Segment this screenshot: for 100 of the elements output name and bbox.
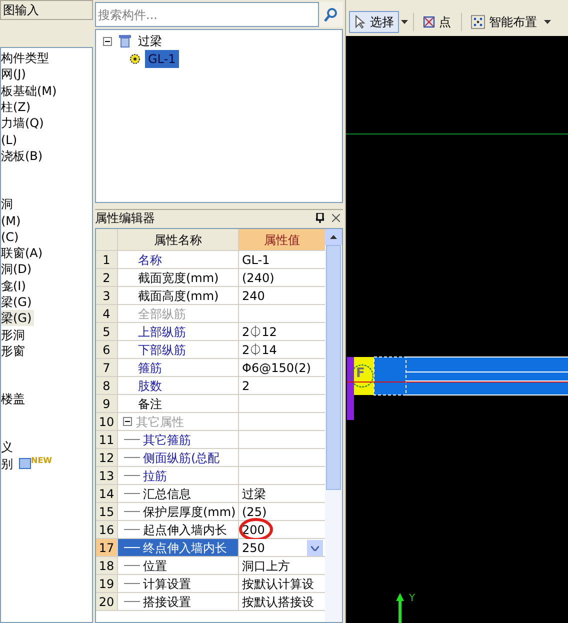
- property-name: 起点伸入墙内长: [143, 522, 227, 538]
- property-name: 汇总信息: [143, 486, 191, 502]
- component-type-item[interactable]: 义: [1, 439, 15, 456]
- beam-icon: [118, 34, 132, 48]
- property-value[interactable]: 按默认计算设: [242, 574, 314, 592]
- property-value[interactable]: 2⏀14: [242, 340, 277, 358]
- property-name: 其它箍筋: [143, 432, 191, 448]
- property-value[interactable]: 200: [242, 520, 265, 538]
- row-number: 14: [96, 485, 118, 502]
- property-value[interactable]: 2⏀12: [242, 322, 277, 340]
- property-name: 下部纵筋: [138, 342, 186, 358]
- panel-title: 属性编辑器: [95, 210, 156, 227]
- component-type-item[interactable]: (C): [1, 228, 21, 245]
- component-type-item[interactable]: 浇板(B): [1, 148, 45, 164]
- column-header[interactable]: 属性值: [239, 229, 325, 250]
- row-number: 11: [96, 431, 118, 448]
- toolbar-button[interactable]: 点: [418, 11, 456, 33]
- property-value[interactable]: Φ6@150(2): [242, 358, 311, 376]
- row-number: 19: [96, 575, 118, 592]
- scrollbar[interactable]: [325, 229, 342, 622]
- property-value[interactable]: 2: [242, 376, 250, 394]
- row-number: 16: [96, 521, 118, 538]
- property-value[interactable]: 250: [242, 538, 265, 556]
- component-type-item[interactable]: (M): [1, 212, 23, 229]
- axis-label: Y: [409, 594, 416, 604]
- component-type-item[interactable]: 柱(Z): [1, 99, 33, 116]
- property-value[interactable]: GL-1: [242, 250, 270, 268]
- search-field[interactable]: 搜索构件...: [95, 2, 319, 27]
- toolbar-button[interactable]: 选择: [349, 11, 399, 33]
- row-number: 20: [96, 593, 118, 610]
- property-name: 肢数: [138, 378, 162, 394]
- property-name: 名称: [138, 252, 162, 268]
- row-number: 17: [96, 539, 118, 556]
- component-type-item[interactable]: 龛(I): [1, 278, 28, 294]
- property-value[interactable]: 240: [242, 286, 265, 304]
- row-number: 7: [96, 359, 118, 376]
- tree-node[interactable]: GL-1: [145, 50, 179, 68]
- property-name: 其它属性: [136, 414, 184, 430]
- row-number: 3: [96, 287, 118, 304]
- row-number: 1: [96, 251, 118, 268]
- drawing-canvas[interactable]: F Y: [346, 36, 568, 623]
- property-name: 截面高度(mm): [138, 288, 219, 304]
- component-type-item[interactable]: 网(J): [1, 66, 28, 82]
- row-number: 4: [96, 305, 118, 322]
- close-icon[interactable]: [332, 214, 340, 222]
- gear-icon: [129, 53, 141, 65]
- component-type-item[interactable]: 联窗(A): [1, 245, 45, 262]
- component-type-item[interactable]: 构件类型: [1, 50, 51, 66]
- row-number: 18: [96, 557, 118, 574]
- component-type-item[interactable]: 形洞: [1, 326, 27, 343]
- component-type-item[interactable]: 梁(G): [1, 294, 34, 310]
- dropdown-button[interactable]: [307, 540, 323, 556]
- property-name: 备注: [138, 396, 162, 412]
- toolbar-button[interactable]: 智能布置: [466, 11, 542, 33]
- property-name: 箍筋: [138, 360, 162, 376]
- row-number: 12: [96, 449, 118, 466]
- beam-marker-label: F: [356, 367, 365, 380]
- new-label: NEW: [31, 454, 52, 467]
- caret-icon[interactable]: [330, 235, 337, 239]
- component-type-item[interactable]: 楼盖: [1, 391, 27, 408]
- component-type-item[interactable]: 梁(G): [1, 310, 34, 326]
- search-icon[interactable]: [319, 2, 343, 27]
- property-name: 侧面纵筋(总配: [143, 450, 220, 466]
- row-number: 10: [96, 413, 118, 430]
- component-type-item[interactable]: 别: [1, 456, 15, 472]
- property-name: 终点伸入墙内长: [143, 540, 227, 556]
- component-type-item[interactable]: (L): [1, 132, 20, 148]
- collapse-toggle[interactable]: [103, 36, 112, 46]
- tree-node[interactable]: 过梁: [138, 32, 162, 50]
- component-type-item[interactable]: 洞(D): [1, 261, 34, 278]
- property-name: 截面宽度(mm): [138, 270, 219, 286]
- property-value[interactable]: (240): [242, 268, 274, 286]
- component-type-item[interactable]: 力墙(Q): [1, 115, 46, 132]
- property-name: 拉筋: [143, 468, 167, 484]
- pin-icon[interactable]: [316, 213, 324, 223]
- y-axis-arrow: [396, 593, 404, 623]
- property-name: 上部纵筋: [138, 324, 186, 340]
- caret-icon[interactable]: [401, 20, 408, 24]
- property-value[interactable]: 洞口上方: [242, 556, 290, 574]
- property-name: 计算设置: [143, 576, 191, 592]
- caret-icon[interactable]: [544, 20, 551, 24]
- component-type-item[interactable]: 形窗: [1, 342, 27, 359]
- property-value[interactable]: (25): [242, 502, 267, 520]
- row-number: 2: [96, 269, 118, 286]
- column-header[interactable]: 属性名称: [118, 229, 239, 250]
- collapse-toggle[interactable]: [123, 417, 132, 426]
- row-number: 9: [96, 395, 118, 412]
- row-number: 15: [96, 503, 118, 520]
- property-name: 全部纵筋: [138, 306, 186, 322]
- grid-icon: [19, 458, 31, 470]
- row-number: 5: [96, 323, 118, 340]
- property-name: 搭接设置: [143, 594, 191, 610]
- property-value[interactable]: 过梁: [242, 484, 266, 502]
- property-name: 位置: [143, 558, 167, 574]
- component-type-item[interactable]: 板基础(M): [1, 82, 59, 99]
- panel-header[interactable]: 图输入: [0, 0, 93, 20]
- chevron-down-icon: [311, 546, 319, 550]
- component-type-item[interactable]: 洞: [1, 196, 15, 212]
- property-value[interactable]: 按默认搭接设: [242, 592, 314, 610]
- row-number: 8: [96, 377, 118, 394]
